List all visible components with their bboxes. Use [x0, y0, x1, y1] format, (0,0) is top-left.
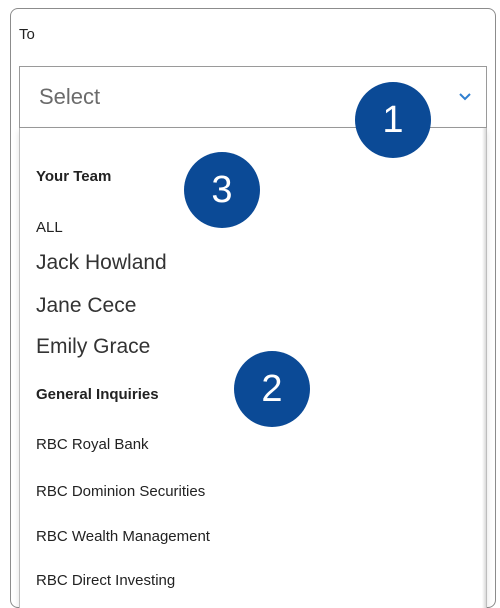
option-rbc-wealth-management[interactable]: RBC Wealth Management	[36, 528, 210, 545]
group-heading-your-team: Your Team	[36, 168, 112, 185]
option-rbc-direct-investing[interactable]: RBC Direct Investing	[36, 572, 175, 589]
option-emily-grace[interactable]: Emily Grace	[36, 335, 150, 359]
scrollbar-edge[interactable]	[482, 128, 486, 608]
option-rbc-dominion-securities[interactable]: RBC Dominion Securities	[36, 483, 205, 500]
option-jack-howland[interactable]: Jack Howland	[36, 251, 167, 275]
group-heading-general-inquiries: General Inquiries	[36, 386, 159, 403]
option-rbc-royal-bank[interactable]: RBC Royal Bank	[36, 436, 149, 453]
option-all[interactable]: ALL	[36, 219, 63, 236]
callout-badge-2: 2	[234, 351, 310, 427]
chevron-down-icon[interactable]	[458, 90, 472, 104]
callout-badge-3: 3	[184, 152, 260, 228]
select-placeholder: Select	[39, 84, 101, 109]
callout-badge-1: 1	[355, 82, 431, 158]
to-label: To	[19, 26, 35, 43]
option-jane-cece[interactable]: Jane Cece	[36, 294, 136, 318]
